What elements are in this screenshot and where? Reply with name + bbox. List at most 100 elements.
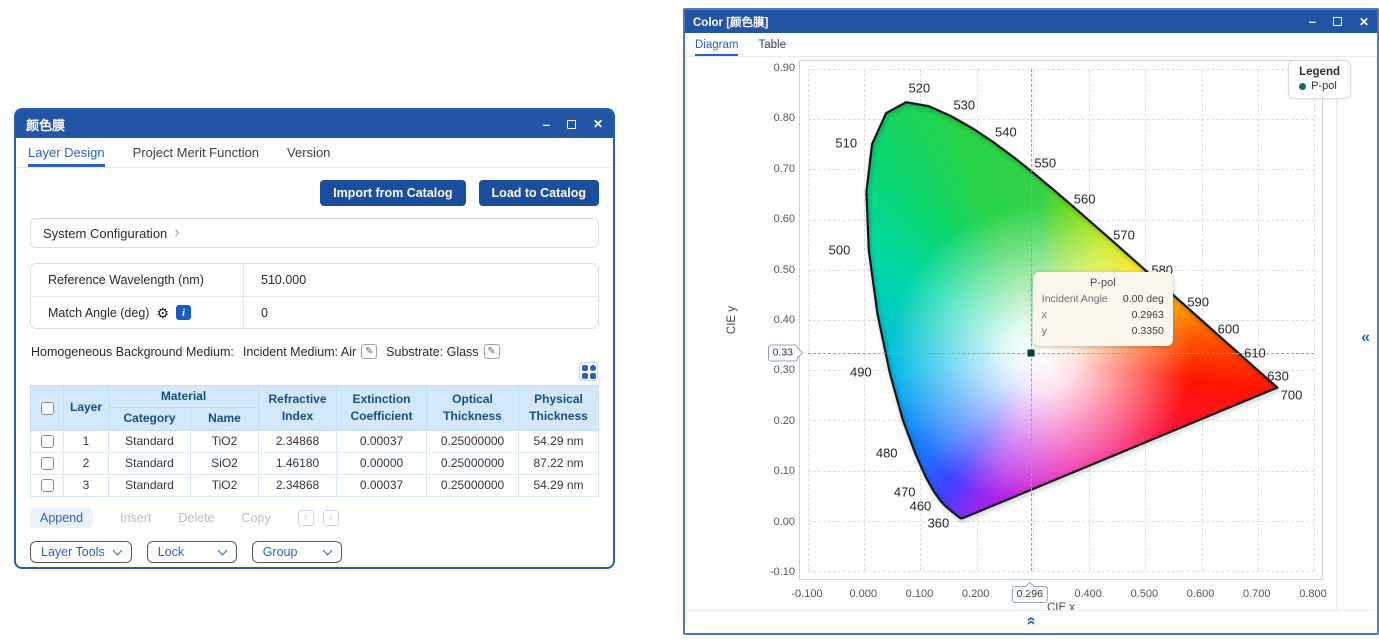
collapse-panel-up-icon[interactable]: « [1023,617,1039,626]
minimize-icon[interactable]: – [543,118,550,131]
row-checkbox[interactable] [41,479,54,492]
insert-button[interactable]: Insert [120,511,151,525]
chart-canvas[interactable]: 5205305405505605705805906006106307005105… [808,69,1314,571]
cursor-vertical-line [1031,69,1032,571]
layer-cell: 1 [64,430,109,452]
lock-dropdown[interactable]: Lock [147,541,237,563]
move-up-button[interactable]: ↑ [298,510,314,526]
move-down-button[interactable]: ↓ [323,510,339,526]
select-all-header [31,386,64,431]
incident-medium-value: Incident Medium: Air [243,345,356,359]
y-tick-label: 0.40 [774,314,795,326]
delete-button[interactable]: Delete [178,511,214,525]
x-tick-label: 0.200 [962,588,990,600]
tab-project-merit-function[interactable]: Project Merit Function [133,138,259,167]
layer-row[interactable]: 2StandardSiO21.461800.000000.2500000087.… [31,452,599,474]
edit-substrate-icon[interactable]: ✎ [484,344,500,359]
layer-cell: Standard [109,430,191,452]
y-tick-label: 0.00 [774,516,795,528]
legend-entry[interactable]: P-pol [1299,80,1340,92]
gridline [1314,69,1315,571]
row-checkbox-cell [31,430,64,452]
data-point-tooltip: P-pol Incident Angle0.00 degx0.2963y0.33… [1033,272,1173,345]
col-category: Category [109,408,191,430]
row-checkbox-cell [31,474,64,496]
load-to-catalog-button[interactable]: Load to Catalog [479,180,599,206]
row-checkbox-cell [31,452,64,474]
system-configuration-expander[interactable]: System Configuration › [30,218,599,248]
chevron-right-icon: › [174,225,179,241]
col-name: Name [191,408,259,430]
legend: Legend P-pol [1288,60,1351,99]
layer-cell: 2.34868 [259,474,337,496]
layer-cell: 0.25000000 [427,452,519,474]
match-angle-row: Match Angle (deg) ⚙ i 0 [31,296,598,328]
x-tick-label: 0.400 [1074,588,1102,600]
wavelength-label: 600 [1218,322,1240,337]
layer-cell: 0.25000000 [427,474,519,496]
row-checkbox[interactable] [41,457,54,470]
wavelength-label: 550 [1034,156,1056,171]
layer-cell: 3 [64,474,109,496]
x-tick-label: -0.100 [791,588,822,600]
gridline [808,571,1314,572]
wavelength-label: 530 [953,98,975,113]
col-material: Material [109,386,259,408]
p-pol-data-point[interactable] [1027,349,1034,356]
layer-row[interactable]: 1StandardTiO22.348680.000370.2500000054.… [31,430,599,452]
plot-area: 5205305405505605705805906006106307005105… [799,60,1323,580]
gear-icon[interactable]: ⚙ [156,306,169,320]
layer-cell: 54.29 nm [519,474,599,496]
copy-button[interactable]: Copy [242,511,271,525]
row-checkbox[interactable] [41,435,54,448]
x-tick-label: 0.500 [1131,588,1159,600]
substrate-value: Substrate: Glass [386,345,478,359]
layer-cell: 0.00037 [337,474,427,496]
close-icon[interactable]: ✕ [1359,16,1369,28]
table-settings-icon[interactable] [579,362,598,381]
tooltip-row: y0.3350 [1042,324,1164,340]
x-axis-title: CIE x [799,602,1323,614]
maximize-icon[interactable] [567,120,576,129]
x-axis-ticks: -0.1000.0000.1000.2000.4000.5000.6000.70… [807,586,1313,602]
y-cursor-callout[interactable]: 0.33 [768,344,798,361]
import-from-catalog-button[interactable]: Import from Catalog [320,180,465,206]
select-all-checkbox[interactable] [41,402,54,415]
maximize-icon[interactable] [1333,17,1342,26]
reference-wavelength-field[interactable]: 510.000 [243,264,598,296]
tab-version[interactable]: Version [287,138,330,167]
layer-cell: 0.00000 [337,452,427,474]
y-tick-label: 0.90 [774,62,795,74]
legend-entry-label: P-pol [1311,80,1337,92]
layer-row[interactable]: 3StandardTiO22.348680.000370.2500000054.… [31,474,599,496]
layer-cell: 2 [64,452,109,474]
collapse-panel-left-icon[interactable]: « [1361,330,1370,346]
left-titlebar[interactable]: 颜色膜 – ✕ [16,110,613,138]
y-tick-label: 0.70 [774,163,795,175]
x-cursor-callout[interactable]: 0.296 [1012,586,1048,603]
edit-incident-medium-icon[interactable]: ✎ [361,344,377,359]
panel-divider [1336,57,1337,610]
minimize-icon[interactable]: – [1309,15,1316,28]
info-icon[interactable]: i [176,305,191,320]
layer-tools-label: Layer Tools [41,545,105,559]
layer-tools-dropdown[interactable]: Layer Tools [30,541,132,563]
tab-table[interactable]: Table [758,33,786,56]
settings-card: Reference Wavelength (nm) 510.000 Match … [30,263,599,329]
layer-cell: 1.46180 [259,452,337,474]
tab-diagram[interactable]: Diagram [695,33,738,56]
close-icon[interactable]: ✕ [593,118,603,130]
layer-cell: 87.22 nm [519,452,599,474]
wavelength-label: 630 [1267,369,1289,384]
group-dropdown[interactable]: Group [252,541,342,563]
system-configuration-label: System Configuration [43,226,167,241]
chevron-down-icon [217,545,227,555]
append-button[interactable]: Append [30,508,93,528]
cursor-horizontal-line [808,353,1314,354]
reference-wavelength-label: Reference Wavelength (nm) [31,264,243,296]
chevron-down-icon [112,545,122,555]
right-titlebar[interactable]: Color [颜色膜] – ✕ [685,10,1377,33]
tooltip-title: P-pol [1042,277,1164,289]
match-angle-field[interactable]: 0 [243,297,598,328]
tab-layer-design[interactable]: Layer Design [28,138,105,167]
